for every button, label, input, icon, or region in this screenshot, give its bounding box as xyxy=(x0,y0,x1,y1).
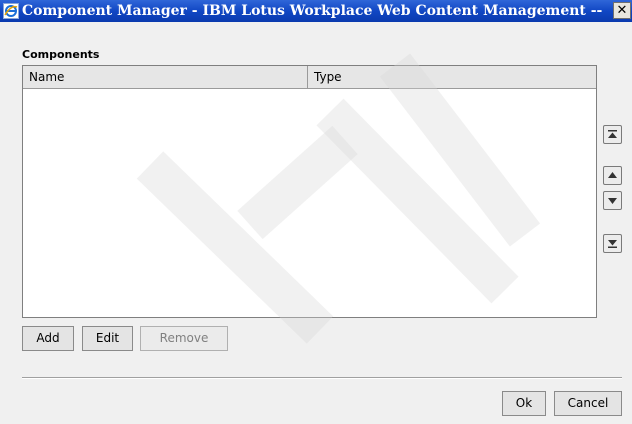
move-top-icon xyxy=(608,130,617,138)
ok-button[interactable]: Ok xyxy=(502,391,546,416)
close-button[interactable]: ✕ xyxy=(613,2,631,19)
move-down-icon xyxy=(608,198,617,204)
move-down-button[interactable] xyxy=(603,191,622,210)
components-table[interactable]: Name Type xyxy=(22,65,597,318)
move-to-top-button[interactable] xyxy=(603,125,622,144)
move-bottom-icon xyxy=(608,240,617,248)
move-up-button[interactable] xyxy=(603,166,622,185)
table-header: Name Type xyxy=(23,66,596,89)
add-button[interactable]: Add xyxy=(22,326,74,351)
move-to-bottom-button[interactable] xyxy=(603,234,622,253)
column-header-type[interactable]: Type xyxy=(308,66,596,88)
ie-browser-icon xyxy=(3,3,19,19)
cancel-button[interactable]: Cancel xyxy=(554,391,622,416)
column-header-name[interactable]: Name xyxy=(23,66,308,88)
divider xyxy=(22,377,622,379)
components-label: Components xyxy=(22,48,100,61)
edit-button[interactable]: Edit xyxy=(82,326,133,351)
move-up-icon xyxy=(608,172,617,178)
window-title: Component Manager - IBM Lotus Workplace … xyxy=(22,3,607,19)
remove-button[interactable]: Remove xyxy=(140,326,228,351)
title-bar: Component Manager - IBM Lotus Workplace … xyxy=(0,0,632,22)
